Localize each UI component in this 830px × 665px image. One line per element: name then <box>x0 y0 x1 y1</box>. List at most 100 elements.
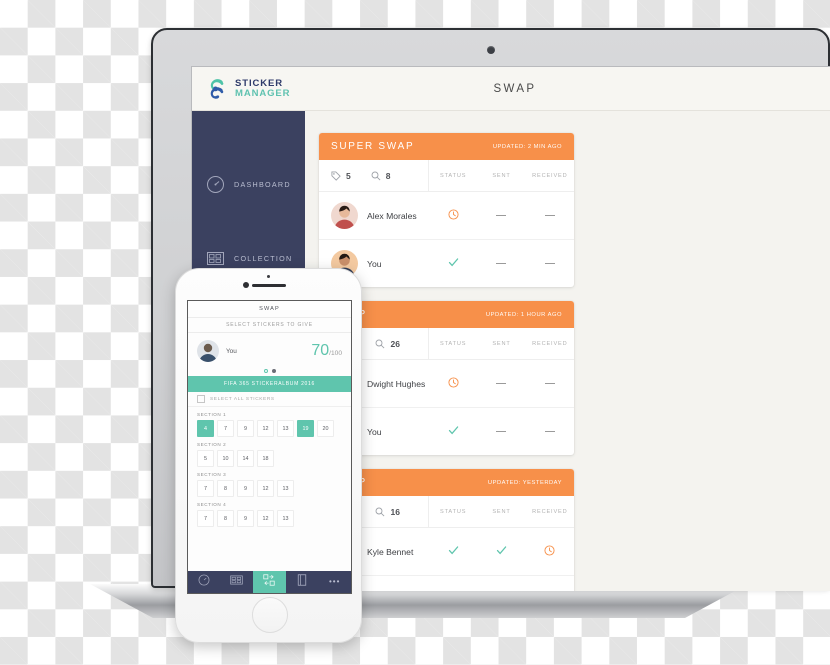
sticker-chip-row: 5 10 14 18 <box>197 450 351 467</box>
select-all-checkbox[interactable] <box>197 395 205 403</box>
sticker-section: SECTION 4 7 8 9 12 13 <box>188 497 351 527</box>
phone-nav-more[interactable]: ••• <box>318 571 351 593</box>
cell-received <box>526 207 574 225</box>
column-header-status: STATUS <box>439 340 467 347</box>
page-title: SWAP <box>493 82 537 95</box>
laptop-camera-icon <box>486 46 495 54</box>
swap-card-title: SUPER SWAP <box>331 141 415 152</box>
row-person: Alex Morales <box>319 202 429 229</box>
phone-nav-swap[interactable] <box>253 571 286 593</box>
cell-sent <box>477 375 525 393</box>
status-empty-dash <box>544 382 555 385</box>
sticker-chip[interactable]: 9 <box>237 480 254 497</box>
phone-album-banner[interactable]: FIFA 365 STICKERALBUM 2016 <box>188 376 351 392</box>
sticker-chip[interactable]: 20 <box>317 420 334 437</box>
phone-header: SWAP <box>188 301 351 318</box>
column-header-status: STATUS <box>439 508 467 515</box>
row-cells <box>429 423 574 441</box>
status-empty-dash <box>544 262 555 265</box>
table-row[interactable]: Alex Morales <box>319 192 574 240</box>
search-count: 26 <box>375 339 400 349</box>
brand-logo[interactable]: STICKER MANAGER <box>192 77 317 101</box>
swap-card[interactable]: SUPER SWAP UPDATED: 2 MIN AGO 5 8 STATUS SENT… <box>319 133 574 287</box>
column-header-received: RECEIVED <box>532 508 568 515</box>
sticker-chip[interactable]: 12 <box>257 510 274 527</box>
status-check-icon <box>448 255 459 272</box>
cell-sent <box>477 255 525 273</box>
phone-bottom-nav: ••• <box>188 571 351 593</box>
swap-card-meta: UPDATED: YESTERDAY <box>487 479 562 486</box>
cell-received <box>526 423 574 441</box>
pager-dot[interactable] <box>271 369 276 373</box>
swap-card-header: SUPER SWAP UPDATED: 2 MIN AGO <box>319 133 574 160</box>
row-cells <box>429 543 574 561</box>
status-check-icon <box>496 591 507 592</box>
search-count: 8 <box>371 171 390 181</box>
row-cells <box>429 207 574 225</box>
cell-status <box>429 543 477 561</box>
swap-card-grid: SUPER SWAP UPDATED: 2 MIN AGO 5 8 STATUS SENT… <box>305 111 830 591</box>
cell-sent <box>477 423 525 441</box>
phone-home-button[interactable] <box>251 597 288 633</box>
gauge-icon <box>206 175 225 194</box>
sticker-chip[interactable]: 4 <box>197 420 214 437</box>
status-pending-clock-icon <box>544 591 555 592</box>
sticker-chip[interactable]: 10 <box>217 450 234 467</box>
person-name: You <box>367 258 382 269</box>
row-cells <box>429 255 574 273</box>
tag-count: 5 <box>331 171 351 181</box>
sticker-chip[interactable]: 5 <box>197 450 214 467</box>
cell-received <box>526 255 574 273</box>
brand-line-1: STICKER <box>235 77 283 89</box>
person-name: Alex Morales <box>367 210 417 221</box>
sticker-chip[interactable]: 14 <box>237 450 254 467</box>
swap-icon <box>263 573 276 591</box>
sticker-chip-row: 7 8 9 12 13 <box>197 510 351 527</box>
sticker-chip[interactable]: 7 <box>197 510 214 527</box>
more-icon: ••• <box>328 577 341 586</box>
select-all-label: SELECT ALL STICKERS <box>210 396 275 402</box>
sticker-chip[interactable]: 8 <box>217 510 234 527</box>
cell-sent <box>477 543 525 561</box>
sticker-manager-logo-icon <box>206 77 228 101</box>
cell-status <box>429 423 477 441</box>
select-all-stickers-row[interactable]: SELECT ALL STICKERS <box>188 392 351 407</box>
pager-dot-active[interactable] <box>263 369 268 373</box>
status-pending-clock-icon <box>448 207 459 224</box>
sticker-section: SECTION 1 4 7 9 12 13 19 20 <box>188 407 351 437</box>
status-pending-clock-icon <box>448 375 459 392</box>
sticker-chip[interactable]: 7 <box>217 420 234 437</box>
column-header-status: STATUS <box>439 172 467 179</box>
collection-grid-icon <box>230 573 244 591</box>
status-check-icon <box>448 591 459 592</box>
status-check-icon <box>448 423 459 440</box>
sticker-chip[interactable]: 13 <box>277 510 294 527</box>
status-empty-dash <box>496 430 507 433</box>
sticker-chip[interactable]: 7 <box>197 480 214 497</box>
phone-nav-album[interactable] <box>286 571 319 593</box>
gauge-icon <box>198 573 210 591</box>
search-count: 16 <box>375 507 400 517</box>
column-header-sent: SENT <box>492 172 511 179</box>
sticker-chip[interactable]: 9 <box>237 510 254 527</box>
cell-sent <box>477 591 525 592</box>
sticker-chip[interactable]: 19 <box>297 420 314 437</box>
sticker-chip[interactable]: 12 <box>257 480 274 497</box>
phone-nav-gauge[interactable] <box>188 571 221 593</box>
sidebar-item-dashboard[interactable]: DASHBOARD <box>192 169 305 199</box>
person-name: You <box>367 426 382 437</box>
swap-card-stats: 58 <box>319 160 429 191</box>
sticker-chip[interactable]: 8 <box>217 480 234 497</box>
sticker-chip[interactable]: 18 <box>257 450 274 467</box>
status-pending-clock-icon <box>544 543 555 560</box>
phone-nav-collection-grid[interactable] <box>221 571 254 593</box>
sticker-chip-row: 4 7 9 12 13 19 20 <box>197 420 351 437</box>
sticker-section-title: SECTION 4 <box>197 502 227 507</box>
cell-status <box>429 375 477 393</box>
sticker-chip[interactable]: 12 <box>257 420 274 437</box>
sticker-chip[interactable]: 13 <box>277 420 294 437</box>
sticker-chip[interactable]: 9 <box>237 420 254 437</box>
sticker-section: SECTION 3 7 8 9 12 13 <box>188 467 351 497</box>
phone-pager-dots[interactable] <box>188 369 351 376</box>
sticker-chip[interactable]: 13 <box>277 480 294 497</box>
